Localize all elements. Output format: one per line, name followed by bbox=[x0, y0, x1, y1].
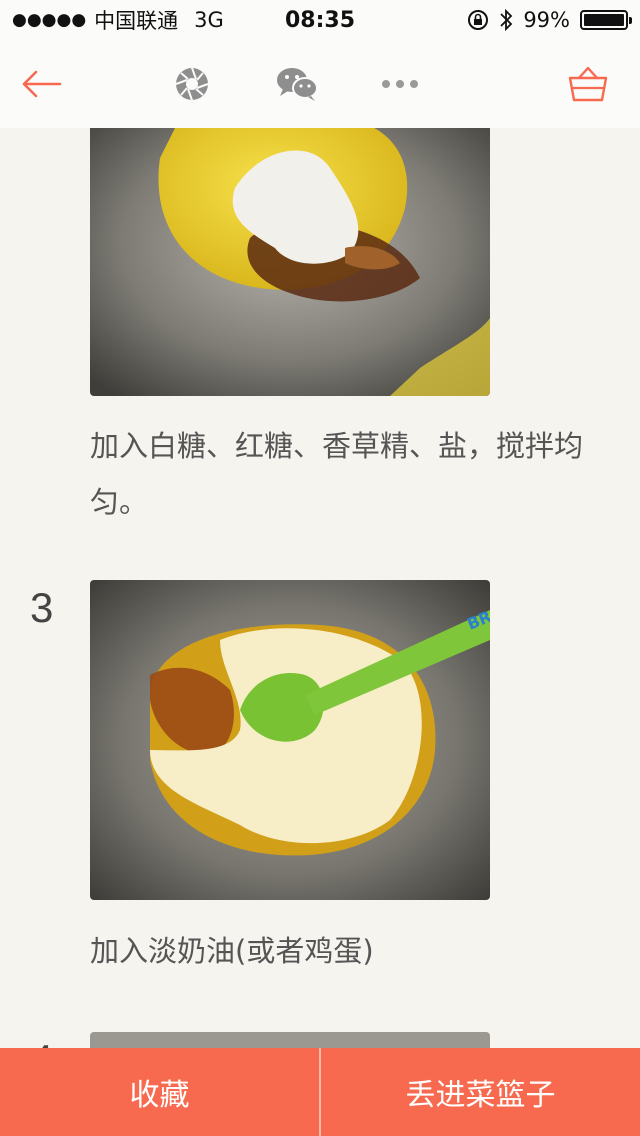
bluetooth-icon bbox=[500, 8, 513, 32]
wechat-icon bbox=[277, 68, 318, 101]
network-type: 3G bbox=[194, 8, 224, 32]
step-2-image bbox=[90, 128, 490, 396]
bottom-action-bar: 收藏 丢进菜篮子 bbox=[0, 1048, 640, 1136]
moments-button[interactable] bbox=[173, 64, 211, 104]
recipe-steps[interactable]: 加入白糖、红糖、香草精、盐，搅拌均匀。 3 BR 加入淡奶油(或者鸡蛋) 4 bbox=[0, 128, 640, 1048]
arrow-left-icon bbox=[22, 70, 62, 98]
step-4-image bbox=[90, 1032, 490, 1048]
step-3-image: BR bbox=[90, 580, 490, 900]
nav-bar bbox=[0, 40, 640, 128]
step-4-number: 4 bbox=[30, 1036, 53, 1048]
basket-button[interactable] bbox=[566, 64, 610, 104]
signal-strength-icon: ●●●●● bbox=[12, 10, 87, 30]
rotation-lock-icon bbox=[468, 10, 489, 30]
wechat-share-button[interactable] bbox=[274, 64, 320, 104]
battery-percentage: 99% bbox=[523, 8, 570, 32]
step-3-text: 加入淡奶油(或者鸡蛋) bbox=[90, 934, 374, 968]
status-bar: ●●●●● 中国联通 3G 08:35 99% bbox=[0, 0, 640, 40]
battery-fill bbox=[584, 14, 624, 26]
step-3-number: 3 bbox=[30, 584, 54, 631]
step-2-text: 加入白糖、红糖、香草精、盐，搅拌均匀。 bbox=[90, 429, 584, 519]
status-right: 99% bbox=[467, 8, 632, 32]
basket-icon bbox=[568, 66, 608, 102]
add-to-basket-button[interactable]: 丢进菜篮子 bbox=[321, 1048, 640, 1136]
aperture-icon bbox=[175, 67, 209, 101]
back-button[interactable] bbox=[18, 64, 64, 104]
more-dots-icon bbox=[382, 80, 418, 88]
battery-icon bbox=[580, 10, 632, 30]
more-button[interactable] bbox=[380, 64, 420, 104]
carrier-name: 中国联通 bbox=[94, 9, 179, 33]
favorite-button[interactable]: 收藏 bbox=[0, 1048, 319, 1136]
